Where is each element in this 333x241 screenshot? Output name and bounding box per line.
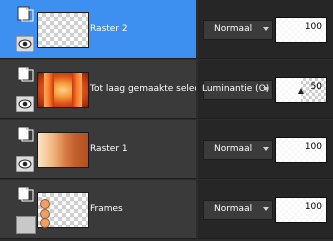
opacity-slider[interactable]: 100 bbox=[275, 137, 327, 163]
opacity-slider[interactable]: 50 bbox=[275, 77, 327, 103]
layer-name[interactable]: Raster 2 bbox=[90, 24, 196, 34]
layer-row-frames[interactable]: Frames Normaal 100 bbox=[0, 180, 333, 239]
opacity-value: 100 bbox=[304, 202, 322, 212]
dropdown-arrow-icon bbox=[263, 147, 269, 151]
layer-row-main[interactable]: Frames bbox=[0, 180, 196, 239]
opacity-value: 50 bbox=[310, 82, 322, 92]
blend-mode-select[interactable]: Normaal bbox=[203, 20, 273, 40]
layer-row-promoted-selection[interactable]: Tot laag gemaakte selectie Luminantie (O… bbox=[0, 60, 333, 119]
opacity-slider[interactable]: 100 bbox=[275, 17, 327, 43]
dropdown-arrow-icon bbox=[263, 27, 269, 31]
layer-row-controls: Luminantie (O) 50 bbox=[198, 60, 333, 119]
layer-thumbnail bbox=[37, 72, 89, 108]
eye-icon[interactable] bbox=[16, 96, 34, 112]
eye-icon[interactable] bbox=[16, 36, 34, 52]
layer-thumbnail bbox=[37, 12, 89, 48]
opacity-value: 100 bbox=[304, 22, 322, 32]
layer-doc-icon[interactable] bbox=[16, 66, 34, 82]
eye-icon[interactable] bbox=[16, 156, 34, 172]
layer-doc-icon[interactable] bbox=[16, 6, 34, 22]
opacity-slider[interactable]: 100 bbox=[275, 197, 327, 223]
layer-row-main[interactable]: Raster 1 bbox=[0, 120, 196, 179]
opacity-value: 100 bbox=[304, 142, 322, 152]
blend-mode-select[interactable]: Luminantie (O) bbox=[202, 80, 273, 100]
blend-mode-select[interactable]: Normaal bbox=[203, 200, 273, 220]
layer-row-raster-2[interactable]: Raster 2 Normaal 100 bbox=[0, 0, 333, 59]
layer-thumbnail bbox=[37, 132, 89, 168]
layer-doc-icon[interactable] bbox=[16, 186, 34, 202]
layer-row-controls: Normaal 100 bbox=[198, 0, 333, 59]
layer-name[interactable]: Tot laag gemaakte selectie bbox=[90, 84, 196, 94]
layer-row-main[interactable]: Tot laag gemaakte selectie bbox=[0, 60, 196, 119]
lock-icon[interactable] bbox=[16, 216, 36, 234]
blend-mode-select[interactable]: Normaal bbox=[203, 140, 273, 160]
layer-name[interactable]: Raster 1 bbox=[90, 144, 196, 154]
layer-row-controls: Normaal 100 bbox=[198, 180, 333, 239]
layer-row-main[interactable]: Raster 2 bbox=[0, 0, 196, 59]
layer-name[interactable]: Frames bbox=[90, 204, 196, 214]
dropdown-arrow-icon bbox=[263, 207, 269, 211]
layer-doc-icon[interactable] bbox=[16, 126, 34, 142]
layer-row-raster-1[interactable]: Raster 1 Normaal 100 bbox=[0, 120, 333, 179]
layer-thumbnail bbox=[37, 192, 89, 228]
dropdown-arrow-icon bbox=[263, 87, 269, 91]
opacity-marker-icon[interactable] bbox=[298, 88, 304, 94]
layer-row-controls: Normaal 100 bbox=[198, 120, 333, 179]
layers-panel: Raster 2 Normaal 100 Tot laag gemaakte s… bbox=[0, 0, 333, 241]
